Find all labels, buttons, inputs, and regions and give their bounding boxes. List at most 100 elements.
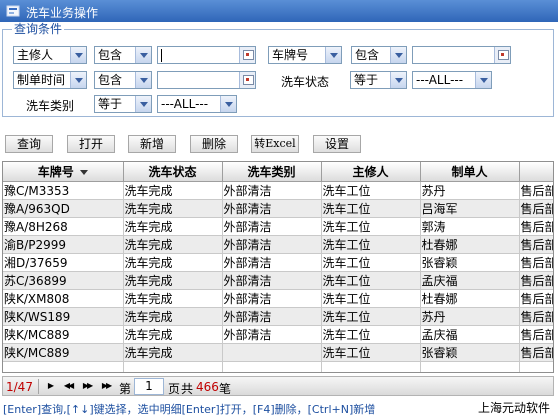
table-row[interactable]: 渝B/P2999 洗车完成 外部清洁 洗车工位 杜春娜 售后部 (3, 235, 553, 254)
last-page-icon[interactable]: ▶▶ (98, 379, 114, 393)
cell-type: 外部清洁 (222, 271, 322, 290)
cell-creator: 杜春娜 (420, 289, 520, 308)
table-row[interactable]: 豫A/963QD 洗车完成 外部清洁 洗车工位 吕海军 售后部 (3, 199, 553, 218)
query-field1-select[interactable]: 主修人 (13, 46, 87, 64)
query-field2-select[interactable]: 车牌号 (268, 46, 342, 64)
page-label-bi: 笔 (219, 382, 232, 396)
wash-status-value-select[interactable]: ---ALL--- (412, 71, 492, 89)
column-header-dept[interactable] (519, 162, 553, 182)
cell-plate: 渝B/P2999 (3, 235, 124, 254)
table-row[interactable]: 豫C/M3353 洗车完成 外部清洁 洗车工位 苏丹 售后部 (3, 181, 553, 200)
cell-status: 洗车完成 (123, 199, 223, 218)
picker-icon[interactable] (239, 47, 255, 63)
table-row[interactable]: 陕K/MC889 洗车完成 外部清洁 洗车工位 孟庆福 售后部 (3, 325, 553, 344)
next-page-icon[interactable]: ▶▶ (79, 379, 95, 393)
table-header-row: 车牌号 洗车状态 洗车类别 主修人 制单人 (3, 162, 553, 182)
empty-cell (3, 361, 124, 372)
total-records: 466 (196, 380, 219, 394)
cell-plate: 豫A/963QD (3, 199, 124, 218)
table-row[interactable]: 陕K/WS189 洗车完成 外部清洁 洗车工位 苏丹 售后部 (3, 307, 553, 326)
add-button[interactable]: 新增 (128, 135, 176, 153)
cell-status: 洗车完成 (123, 181, 223, 200)
page-number-input[interactable]: 1 (134, 378, 164, 395)
window-title-bar: 洗车业务操作 (0, 0, 558, 22)
cell-dept: 售后部 (519, 271, 553, 290)
wash-type-value-select[interactable]: ---ALL--- (157, 95, 237, 113)
cell-plate: 湘D/37659 (3, 253, 124, 272)
chevron-down-icon (70, 47, 86, 63)
calendar-icon[interactable] (239, 72, 255, 88)
settings-button[interactable]: 设置 (313, 135, 361, 153)
query-value2-input[interactable] (412, 46, 511, 64)
cell-dept: 售后部 (519, 235, 553, 254)
cell-creator: 吕海军 (420, 199, 520, 218)
query-op2-select[interactable]: 包含 (351, 46, 407, 64)
table-row[interactable]: 苏C/36899 洗车完成 外部清洁 洗车工位 孟庆福 售后部 (3, 271, 553, 290)
chevron-down-icon (390, 47, 406, 63)
cell-status: 洗车完成 (123, 271, 223, 290)
cell-creator: 张睿颖 (420, 253, 520, 272)
chevron-down-icon (135, 96, 151, 112)
cell-main-repairer: 洗车工位 (321, 235, 421, 254)
table-row[interactable]: 陕K/XM808 洗车完成 外部清洁 洗车工位 杜春娜 售后部 (3, 289, 553, 308)
table-row[interactable]: 陕K/MC889 洗车完成 洗车工位 张睿颖 售后部 (3, 343, 553, 362)
cell-creator: 苏丹 (420, 307, 520, 326)
brand-text: 上海元动软件 (477, 401, 550, 415)
column-header-status[interactable]: 洗车状态 (123, 162, 223, 182)
text-caret (161, 49, 162, 62)
cell-type: 外部清洁 (222, 235, 322, 254)
query-legend: 查询条件 (12, 22, 65, 36)
cell-type: 外部清洁 (222, 217, 322, 236)
cell-creator: 郭涛 (420, 217, 520, 236)
cell-dept: 售后部 (519, 181, 553, 200)
open-button[interactable]: 打开 (67, 135, 115, 153)
query-field3-select[interactable]: 制单时间 (13, 71, 87, 89)
records-table: 车牌号 洗车状态 洗车类别 主修人 制单人 豫C/M3353 洗车完成 外部清洁 洗车… (3, 162, 553, 372)
pager-divider (38, 379, 39, 394)
cell-main-repairer: 洗车工位 (321, 181, 421, 200)
cell-plate: 陕K/WS189 (3, 307, 124, 326)
export-excel-button[interactable]: 转Excel (251, 135, 299, 153)
pager: 1/47 ▶︎ ◀◀ ▶▶ ▶▶ 第 1 页 共 466 笔 (2, 376, 554, 396)
query-button[interactable]: 查询 (5, 135, 53, 153)
cell-type (222, 343, 322, 362)
query-op3-select[interactable]: 包含 (94, 71, 152, 89)
column-header-plate[interactable]: 车牌号 (3, 162, 124, 182)
table-body: 豫C/M3353 洗车完成 外部清洁 洗车工位 苏丹 售后部 豫A/963QD 洗车完成 外部清… (3, 181, 553, 372)
cell-creator: 孟庆福 (420, 325, 520, 344)
cell-dept: 售后部 (519, 217, 553, 236)
page-count: 1/47 (6, 380, 33, 394)
chevron-down-icon (475, 72, 491, 88)
cell-main-repairer: 洗车工位 (321, 325, 421, 344)
column-header-main-repairer[interactable]: 主修人 (321, 162, 421, 182)
column-header-type[interactable]: 洗车类别 (222, 162, 322, 182)
cell-status: 洗车完成 (123, 217, 223, 236)
query-op1-select[interactable]: 包含 (94, 46, 152, 64)
wash-status-label: 洗车状态 (281, 75, 330, 89)
empty-cell (123, 361, 223, 372)
cell-plate: 陕K/MC889 (3, 325, 124, 344)
cell-status: 洗车完成 (123, 307, 223, 326)
cell-dept: 售后部 (519, 307, 553, 326)
wash-status-op-select[interactable]: 等于 (350, 71, 407, 89)
wash-type-op-select[interactable]: 等于 (94, 95, 152, 113)
delete-button[interactable]: 删除 (190, 135, 238, 153)
cell-type: 外部清洁 (222, 199, 322, 218)
query-value1-input[interactable] (157, 46, 256, 64)
cell-main-repairer: 洗车工位 (321, 307, 421, 326)
table-row[interactable]: 湘D/37659 洗车完成 外部清洁 洗车工位 张睿颖 售后部 (3, 253, 553, 272)
cell-dept: 售后部 (519, 253, 553, 272)
table-row[interactable]: 豫A/8H268 洗车完成 外部清洁 洗车工位 郭涛 售后部 (3, 217, 553, 236)
column-header-creator[interactable]: 制单人 (420, 162, 520, 182)
app-icon (6, 5, 20, 17)
cell-creator: 杜春娜 (420, 235, 520, 254)
wash-type-label: 洗车类别 (26, 99, 75, 113)
first-page-icon[interactable]: ▶︎ (42, 379, 58, 393)
cell-creator: 孟庆福 (420, 271, 520, 290)
prev-page-icon[interactable]: ◀◀ (60, 379, 76, 393)
empty-cell (420, 361, 520, 372)
cell-main-repairer: 洗车工位 (321, 343, 421, 362)
picker-icon[interactable] (494, 47, 510, 63)
cell-status: 洗车完成 (123, 253, 223, 272)
query-value3-input[interactable] (157, 71, 256, 89)
